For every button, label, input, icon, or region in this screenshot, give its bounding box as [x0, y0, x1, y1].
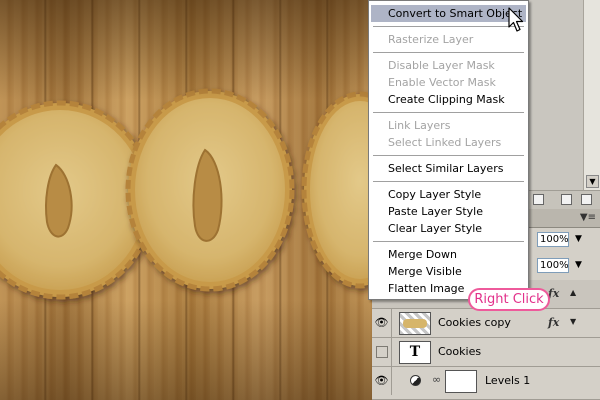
panel-menu-icon[interactable]: ▼≡	[580, 212, 596, 223]
menu-separator	[373, 112, 524, 113]
panel-scrollbar[interactable]: ▼	[583, 0, 600, 190]
menu-item-disable-layer-mask: Disable Layer Mask	[388, 59, 495, 72]
menu-item-copy-layer-style[interactable]: Copy Layer Style	[371, 186, 526, 203]
document-canvas[interactable]	[0, 0, 372, 400]
layer-name: Cookies copy	[438, 316, 511, 329]
menu-item-convert-to-smart-object[interactable]: Convert to Smart Object	[371, 5, 526, 22]
menu-item-enable-vector-mask: Enable Vector Mask	[388, 76, 496, 89]
menu-separator	[373, 241, 524, 242]
scroll-down-button[interactable]: ▼	[586, 175, 599, 188]
visibility-toggle[interactable]	[372, 338, 392, 366]
menu-item-clear-layer-style[interactable]: Clear Layer Style	[371, 220, 526, 237]
mouse-pointer-icon	[508, 7, 524, 32]
menu-separator	[373, 181, 524, 182]
layer-name: Levels 1	[485, 374, 531, 387]
menu-item-merge-visible[interactable]: Merge Visible	[371, 263, 526, 280]
layer-row-cookies[interactable]: T Cookies	[372, 338, 600, 367]
opacity-dropdown-arrow[interactable]: ▼	[575, 234, 582, 244]
cookie-thumbnail	[399, 312, 431, 335]
layer-context-menu: Convert to Smart Object Rasterize Layer …	[368, 0, 529, 300]
fill-input[interactable]: 100%	[537, 258, 569, 273]
menu-separator	[373, 52, 524, 53]
menu-item-select-similar-layers[interactable]: Select Similar Layers	[371, 160, 526, 177]
fill-dropdown-arrow[interactable]: ▼	[575, 260, 582, 270]
canvas-vignette	[0, 0, 372, 400]
menu-item-select-linked-layers: Select Linked Layers	[388, 136, 502, 149]
menu-item-merge-down[interactable]: Merge Down	[371, 246, 526, 263]
trash-icon[interactable]	[561, 194, 572, 205]
menu-item-rasterize-layer: Rasterize Layer	[388, 33, 474, 46]
opacity-input[interactable]: 100%	[537, 232, 569, 247]
adjustment-layer-icon	[410, 375, 421, 386]
menu-item-create-clipping-mask[interactable]: Create Clipping Mask	[371, 91, 526, 108]
menu-separator	[373, 155, 524, 156]
eye-icon[interactable]: 👁	[372, 309, 392, 337]
menu-separator	[373, 26, 524, 27]
right-click-callout: Right Click	[468, 288, 550, 311]
eye-icon[interactable]: 👁	[372, 367, 392, 395]
layer-name: Cookies	[438, 345, 482, 358]
layer-mask-thumbnail[interactable]	[445, 370, 477, 393]
new-document-icon[interactable]	[533, 194, 544, 205]
fx-icon: fx	[548, 316, 560, 329]
menu-item-paste-layer-style[interactable]: Paste Layer Style	[371, 203, 526, 220]
expand-effects-arrow-icon[interactable]: ▲	[570, 288, 576, 297]
expand-effects-arrow-icon[interactable]: ▼	[570, 317, 576, 326]
layer-row-levels-1[interactable]: 👁 ∞ Levels 1	[372, 367, 600, 400]
menu-item-link-layers: Link Layers	[388, 119, 451, 132]
layer-row-cookies-copy[interactable]: 👁 Cookies copy fx ▼	[372, 309, 600, 338]
text-layer-thumbnail: T	[399, 341, 431, 364]
hidden-eye-icon[interactable]	[376, 346, 388, 358]
chain-link-icon[interactable]: ∞	[432, 373, 441, 386]
page-icon[interactable]	[581, 194, 592, 205]
